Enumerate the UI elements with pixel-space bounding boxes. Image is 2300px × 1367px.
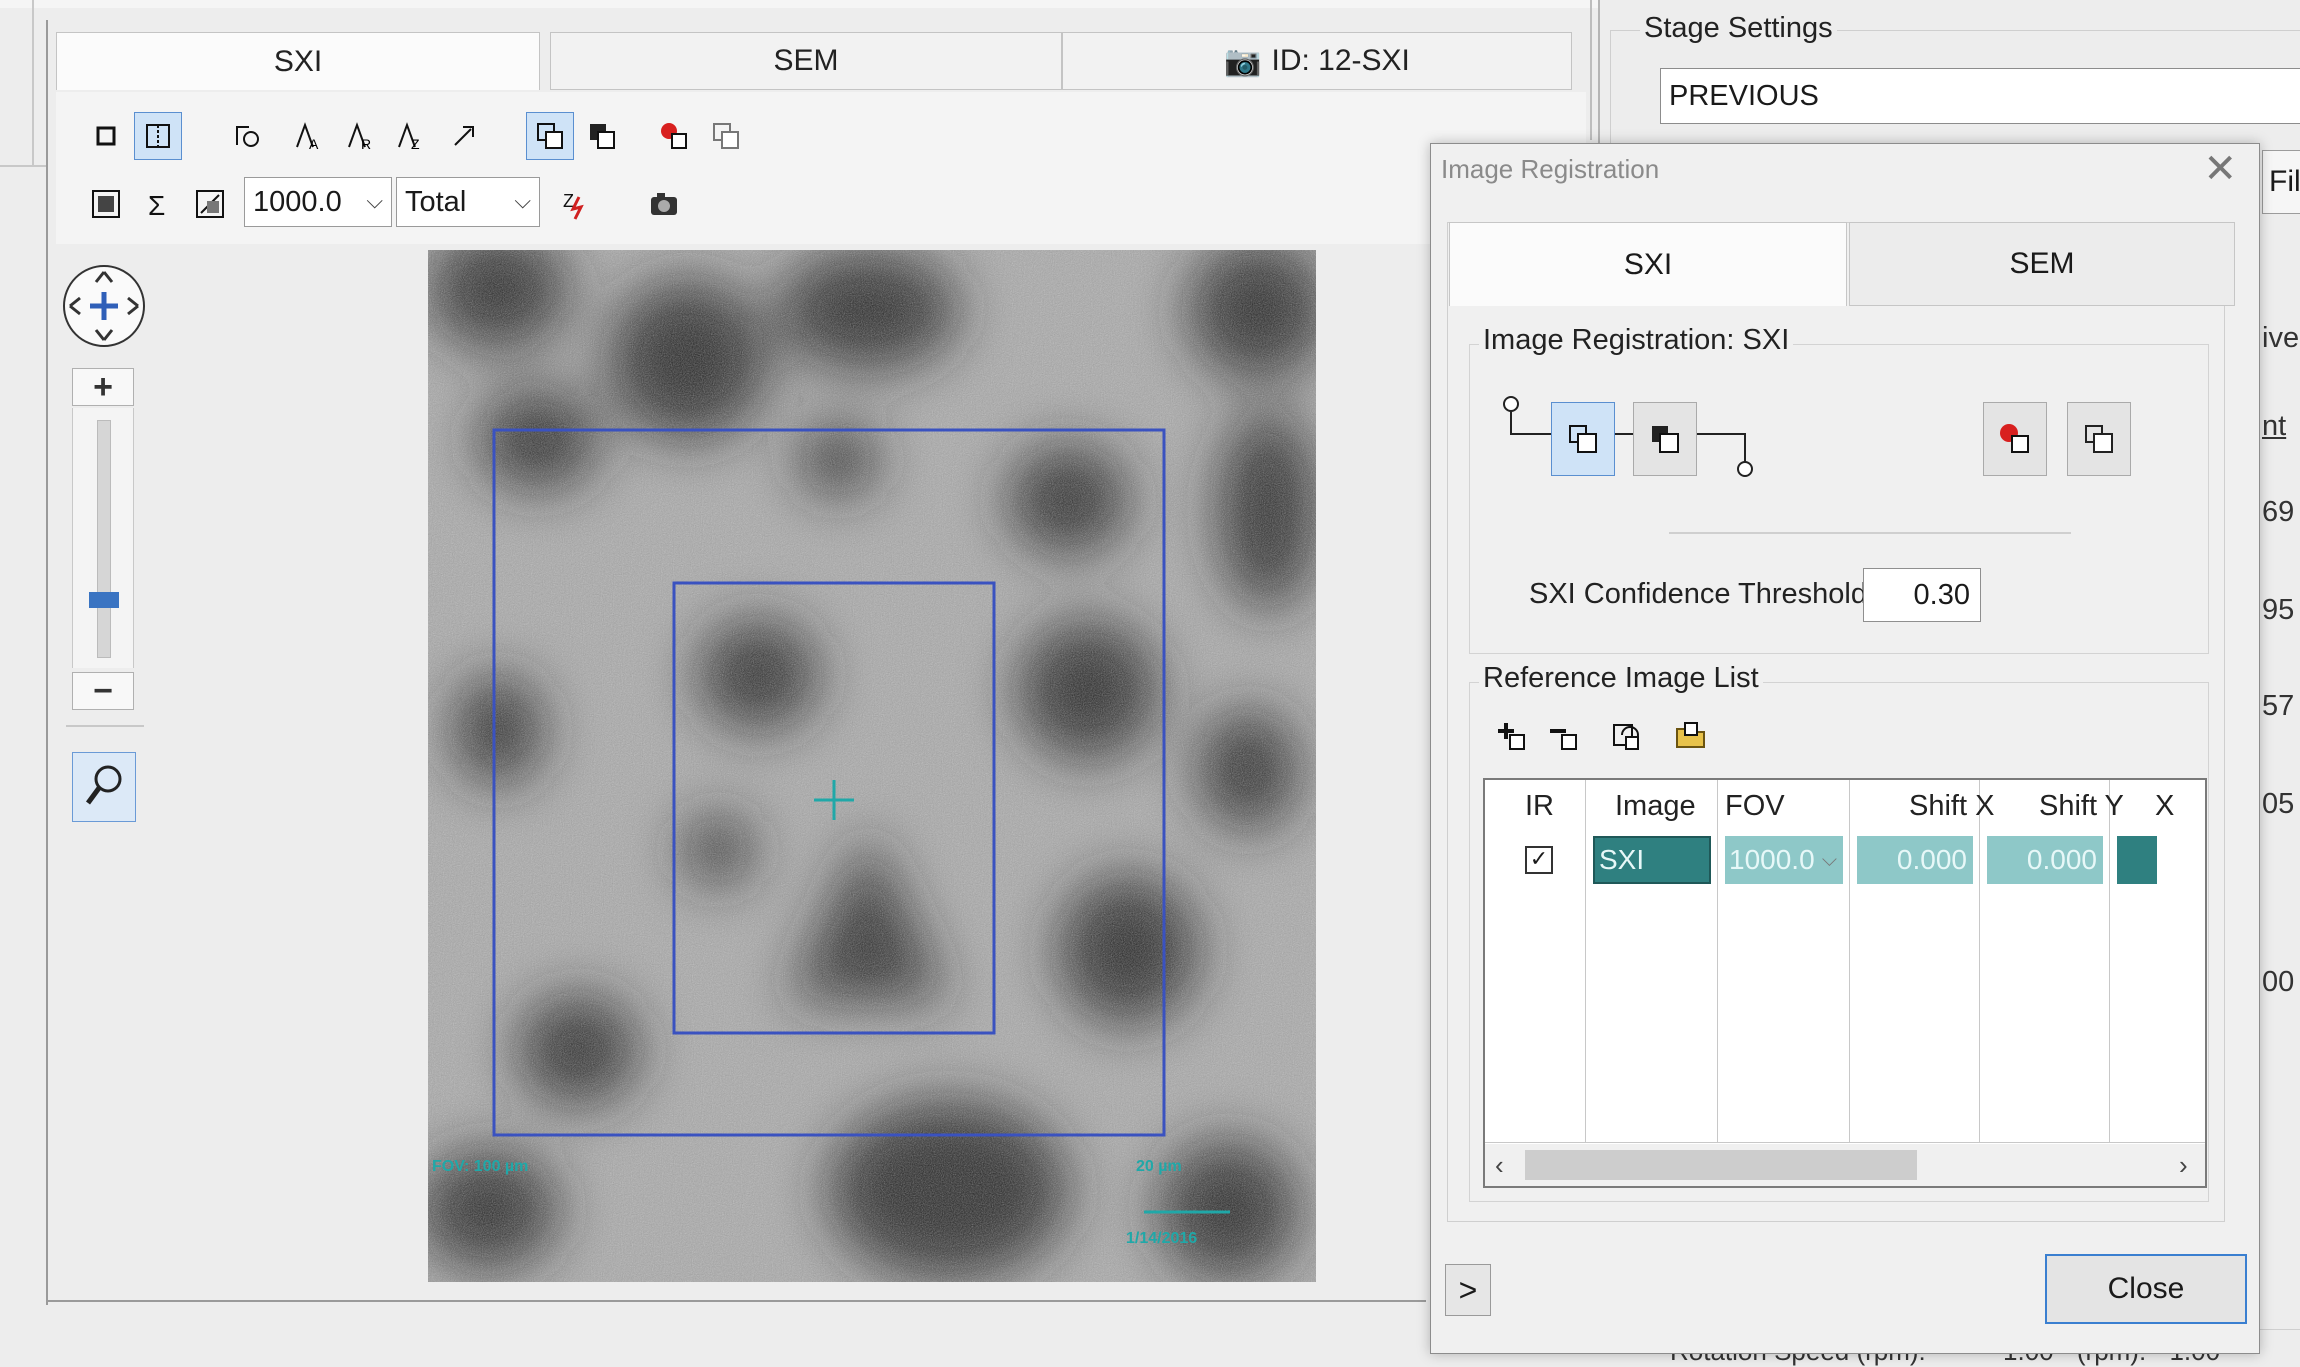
zoom-slider-thumb[interactable] xyxy=(89,592,119,608)
fov-cell-select[interactable]: 1000.0 ⌵ xyxy=(1725,836,1843,884)
stage-settings-label: Stage Settings xyxy=(1640,12,1837,45)
replace-reference-icon[interactable] xyxy=(1603,712,1651,760)
chevron-down-icon: ⌵ xyxy=(514,188,531,213)
tilt-b-icon[interactable]: R xyxy=(336,112,384,160)
column-header-shift-y: Shift Y xyxy=(2039,790,2124,822)
chevron-down-icon: ⌵ xyxy=(1821,848,1837,871)
image-registration-dialog: Image Registration ✕ SXI SEM Image Regis… xyxy=(1430,143,2260,1354)
split-view-icon[interactable] xyxy=(134,112,182,160)
tab-id[interactable]: 📷 ID: 12-SXI xyxy=(1062,32,1572,90)
record-reference-button[interactable] xyxy=(1983,402,2047,476)
reference-image-table: IR Image FOV Shift X Shift Y X ✓ SXI 100… xyxy=(1483,778,2207,1188)
magnifier-button[interactable] xyxy=(72,752,136,822)
close-button[interactable]: Close xyxy=(2045,1254,2247,1324)
zoom-out-button[interactable]: − xyxy=(72,672,134,710)
save-reference-icon[interactable] xyxy=(578,112,626,160)
scrollbar-thumb[interactable] xyxy=(1525,1150,1917,1180)
column-header-fov: FOV xyxy=(1725,790,1785,822)
z-lightning-icon[interactable]: Z xyxy=(552,180,600,228)
overlay-fov-text: FOV: 100 µm xyxy=(432,1158,529,1175)
svg-text:Σ: Σ xyxy=(148,190,165,221)
column-header-x: X xyxy=(2155,790,2175,822)
shift-y-cell[interactable]: 0.000 xyxy=(1987,836,2103,884)
tilt-a-icon[interactable]: A xyxy=(284,112,332,160)
rotate-icon[interactable] xyxy=(222,112,270,160)
threshold-input[interactable]: 0.30 xyxy=(1863,568,1981,622)
edge-text: 95 xyxy=(2262,594,2295,626)
remove-reference-icon[interactable] xyxy=(1539,712,1587,760)
svg-text:R: R xyxy=(361,136,371,152)
sum-icon[interactable]: Σ xyxy=(134,180,182,228)
dialog-title: Image Registration xyxy=(1441,154,1660,184)
horizontal-scrollbar[interactable]: ‹ › xyxy=(1485,1144,2205,1186)
pan-navigator-icon[interactable] xyxy=(60,260,148,352)
fov-select[interactable]: 1000.0 ⌵ xyxy=(244,177,392,227)
auto-contrast-icon[interactable] xyxy=(186,180,234,228)
ir-checkbox[interactable]: ✓ xyxy=(1525,846,1553,874)
column-header-image: Image xyxy=(1615,790,1696,822)
tab-sem[interactable]: SEM xyxy=(550,32,1062,90)
edge-text: 00 xyxy=(2262,966,2295,998)
dialog-tab-sxi[interactable]: SXI xyxy=(1449,222,1847,306)
reference-list-title: Reference Image List xyxy=(1479,662,1763,695)
add-reference-icon[interactable] xyxy=(1487,712,1535,760)
column-header-ir: IR xyxy=(1525,790,1554,822)
edge-text: 05 xyxy=(2262,788,2295,820)
camera-icon: 📷 xyxy=(1224,44,1262,78)
single-view-icon[interactable] xyxy=(82,112,130,160)
expand-button[interactable]: > xyxy=(1445,1264,1491,1316)
scroll-right-icon[interactable]: › xyxy=(2179,1150,2188,1181)
zoom-in-button[interactable]: + xyxy=(72,368,134,406)
record-reference-icon[interactable] xyxy=(650,112,698,160)
register-step-button[interactable] xyxy=(1551,402,1615,476)
edge-text: 69 xyxy=(2262,496,2295,528)
magnifier-icon xyxy=(82,761,126,814)
tilt-z-icon[interactable]: Z xyxy=(386,112,434,160)
edge-text: ive xyxy=(2262,322,2300,354)
overlay-reference-icon[interactable] xyxy=(702,112,750,160)
edge-text: nt xyxy=(2262,410,2287,442)
zoom-slider[interactable] xyxy=(72,408,134,668)
tab-sxi[interactable]: SXI xyxy=(56,32,540,90)
close-icon[interactable]: ✕ xyxy=(2203,146,2237,192)
filter-button[interactable]: Fil xyxy=(2262,150,2300,214)
save-step-button[interactable] xyxy=(1633,402,1697,476)
camera-capture-icon[interactable] xyxy=(640,180,688,228)
mode-select[interactable]: Total ⌵ xyxy=(396,177,540,227)
stage-settings-select[interactable]: PREVIOUS xyxy=(1660,68,2300,124)
move-stage-icon[interactable] xyxy=(440,112,488,160)
threshold-label: SXI Confidence Threshold xyxy=(1529,578,1868,610)
dialog-tab-sem[interactable]: SEM xyxy=(1849,222,2235,306)
scroll-left-icon[interactable]: ‹ xyxy=(1495,1150,1504,1181)
image-cell[interactable]: SXI xyxy=(1593,836,1711,884)
sxi-image-viewport[interactable]: FOV: 100 µm 20 µm 1/14/2016 xyxy=(428,250,1316,1282)
register-image-icon[interactable] xyxy=(526,112,574,160)
svg-text:Z: Z xyxy=(411,136,420,152)
image-frame-icon[interactable] xyxy=(82,180,130,228)
shift-x-cell[interactable]: 0.000 xyxy=(1857,836,1973,884)
chevron-down-icon: ⌵ xyxy=(366,188,383,213)
edge-text: 57 xyxy=(2262,690,2295,722)
column-header-shift-x: Shift X xyxy=(1909,790,1995,822)
group-title: Image Registration: SXI xyxy=(1479,324,1794,357)
open-folder-icon[interactable] xyxy=(1667,712,1715,760)
overlay-reference-button[interactable] xyxy=(2067,402,2131,476)
overlay-date-text: 1/14/2016 xyxy=(1126,1230,1198,1247)
overlay-scale-text: 20 µm xyxy=(1136,1158,1182,1175)
svg-text:A: A xyxy=(309,136,319,152)
chevron-right-icon: > xyxy=(1458,1271,1478,1308)
x-cell[interactable] xyxy=(2117,836,2157,884)
